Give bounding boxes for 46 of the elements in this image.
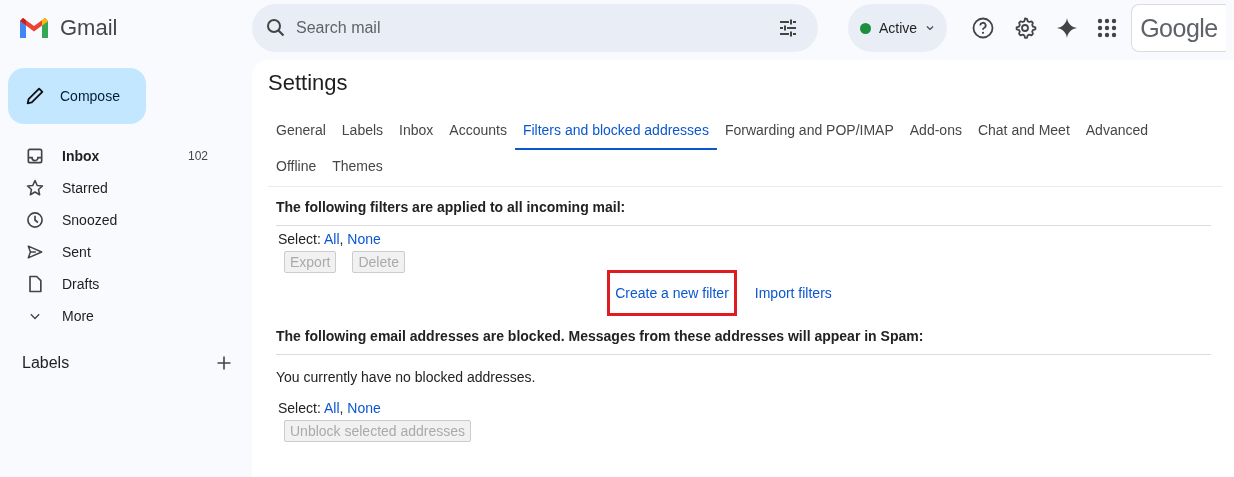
settings-tab[interactable]: Inbox: [391, 114, 442, 150]
settings-tab[interactable]: Accounts: [441, 114, 515, 150]
settings-icon[interactable]: [1013, 16, 1038, 40]
account-logo[interactable]: Google: [1131, 4, 1226, 52]
settings-tab[interactable]: Chat and Meet: [969, 114, 1078, 150]
gmail-logo-icon: [18, 16, 50, 40]
labels-heading: Labels: [22, 354, 70, 372]
settings-tab[interactable]: Forwarding and POP/IMAP: [716, 114, 902, 150]
help-icon[interactable]: [971, 16, 996, 40]
select-line: Select: All, None: [277, 230, 382, 247]
section-heading: The following filters are applied to all incoming mail:: [276, 187, 1211, 226]
filter-link[interactable]: Create a new filter: [607, 270, 737, 316]
apps-grid-icon[interactable]: [1097, 18, 1118, 38]
add-icon[interactable]: [216, 355, 232, 371]
settings-tab[interactable]: Filters and blocked addresses: [514, 114, 717, 150]
settings-tab[interactable]: Labels: [333, 114, 392, 150]
select-all-link[interactable]: All: [323, 400, 340, 416]
select-none-link[interactable]: None: [347, 231, 381, 247]
select-none-link[interactable]: None: [347, 400, 381, 416]
compose-button[interactable]: Compose: [8, 68, 146, 124]
select-all-link[interactable]: All: [323, 231, 340, 247]
inbox-icon: [25, 146, 45, 166]
app-name: Gmail: [60, 15, 118, 41]
section-heading: The following email addresses are blocked. Messages from these addresses will appear in Spam:: [276, 316, 1211, 355]
settings-tab[interactable]: Offline: [268, 150, 325, 186]
settings-tab[interactable]: Advanced: [1077, 114, 1157, 150]
select-line: Select: All, None: [277, 399, 382, 416]
page-title: Settings: [268, 70, 349, 96]
clock-icon: [25, 210, 45, 230]
nav-item[interactable]: Snoozed: [0, 204, 230, 236]
nav-item[interactable]: Inbox 102: [0, 140, 230, 172]
settings-tab[interactable]: Themes: [324, 150, 391, 186]
settings-tab[interactable]: Add-ons: [901, 114, 970, 150]
search-field[interactable]: Search mail: [252, 4, 818, 52]
nav-item[interactable]: Starred: [0, 172, 230, 204]
pencil-icon: [24, 85, 46, 107]
nav-item[interactable]: More: [0, 300, 230, 332]
caret-icon: [925, 23, 936, 33]
nav-item[interactable]: Drafts: [0, 268, 230, 300]
settings-tab[interactable]: General: [268, 114, 334, 150]
empty-message: You currently have no blocked addresses.: [276, 368, 537, 387]
nav-item[interactable]: Sent: [0, 236, 230, 268]
filter-link[interactable]: Import filters: [746, 270, 840, 316]
send-icon: [25, 242, 45, 262]
star-icon: [25, 178, 45, 198]
status-button[interactable]: Active: [848, 4, 948, 52]
